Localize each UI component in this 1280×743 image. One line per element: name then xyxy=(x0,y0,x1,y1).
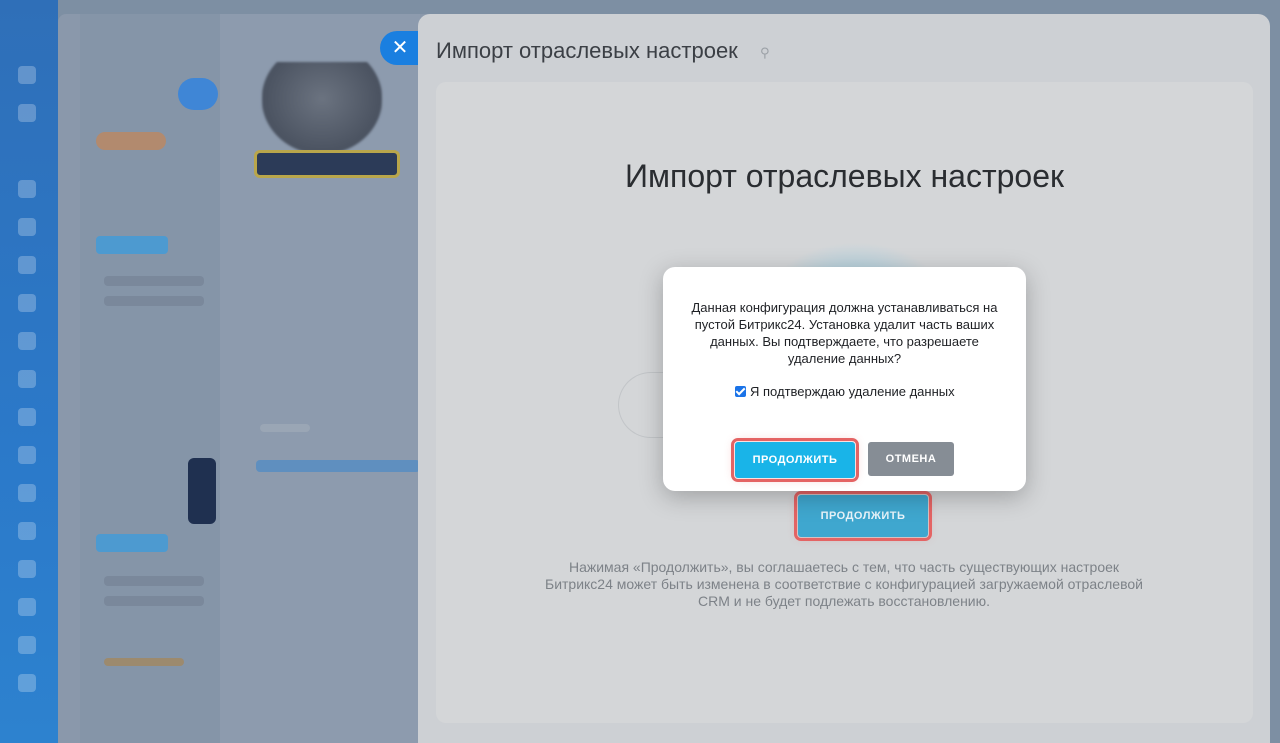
menu-icon xyxy=(18,636,36,654)
background-rating xyxy=(104,658,184,666)
background-badge xyxy=(96,534,168,552)
checkbox-label: Я подтверждаю удаление данных xyxy=(750,384,955,399)
dialog-continue-button[interactable]: ПРОДОЛЖИТЬ xyxy=(731,438,859,482)
slider-title: Импорт отраслевых настроек xyxy=(436,38,738,63)
menu-icon xyxy=(18,560,36,578)
menu-icon xyxy=(18,294,36,312)
menu-icon xyxy=(18,446,36,464)
background-button xyxy=(178,78,218,110)
truck-image xyxy=(262,62,382,154)
menu-icon xyxy=(18,598,36,616)
continue-button[interactable]: ПРОДОЛЖИТЬ xyxy=(794,491,932,541)
background-text xyxy=(104,596,204,606)
background-text xyxy=(104,276,204,286)
screen: ✕ Импорт отраслевых настроек ⚲ Импорт от… xyxy=(0,0,1280,743)
menu-icon xyxy=(18,180,36,198)
confirm-delete-checkbox-row[interactable]: Я подтверждаю удаление данных xyxy=(735,384,975,399)
background-column xyxy=(80,14,220,743)
menu-icon xyxy=(18,674,36,692)
menu-icon xyxy=(18,218,36,236)
page-title: Импорт отраслевых настроек xyxy=(625,158,1064,194)
background-badge xyxy=(96,236,168,254)
device-image xyxy=(188,458,216,524)
menu-icon xyxy=(18,484,36,502)
disclaimer-text: Нажимая «Продолжить», вы соглашаетесь с … xyxy=(545,559,1143,609)
pin-icon[interactable]: ⚲ xyxy=(760,45,770,61)
dialog-message: Данная конфигурация должна устанавливать… xyxy=(691,300,998,366)
left-menu-background xyxy=(0,0,58,743)
confirm-delete-checkbox[interactable] xyxy=(735,386,746,397)
menu-icon xyxy=(18,370,36,388)
dialog-cancel-button[interactable]: ОТМЕНА xyxy=(868,442,954,476)
confirm-dialog: Данная конфигурация должна устанавливать… xyxy=(663,267,1026,491)
menu-icon xyxy=(18,256,36,274)
menu-icon xyxy=(18,66,36,84)
menu-icon xyxy=(18,408,36,426)
close-icon[interactable]: ✕ xyxy=(380,31,420,65)
truck-logo-base xyxy=(254,150,400,178)
background-bar xyxy=(256,460,420,472)
menu-icon xyxy=(18,104,36,122)
background-text xyxy=(260,424,310,432)
background-badge xyxy=(96,132,166,150)
menu-icon xyxy=(18,332,36,350)
menu-icon xyxy=(18,522,36,540)
background-text xyxy=(104,576,204,586)
background-text xyxy=(104,296,204,306)
